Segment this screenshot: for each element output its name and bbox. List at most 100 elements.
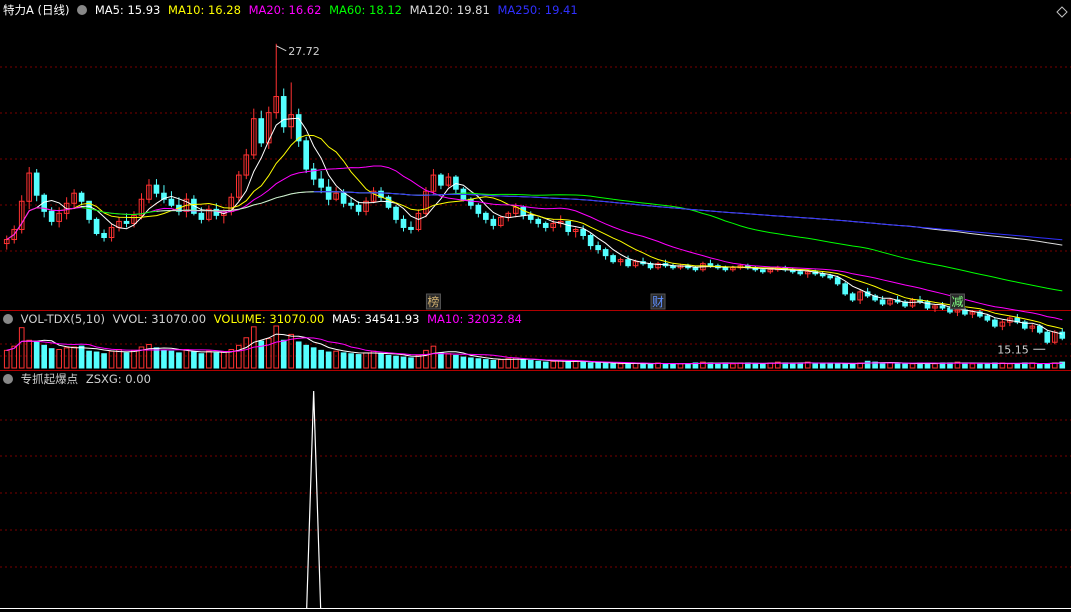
- volume-bar[interactable]: [48, 348, 55, 369]
- volume-bar[interactable]: [153, 347, 160, 369]
- volume-bar[interactable]: [535, 360, 542, 369]
- candle-body: [93, 218, 100, 234]
- volume-bar[interactable]: [318, 349, 324, 369]
- volume-label: VOLUME: 31070.00: [213, 312, 325, 326]
- volume-bar[interactable]: [640, 363, 646, 369]
- volume-bar[interactable]: [213, 352, 220, 369]
- candlestick[interactable]: [303, 136, 310, 174]
- volume-bar[interactable]: [894, 363, 901, 369]
- candle-body: [490, 218, 497, 226]
- volume-bar[interactable]: [662, 363, 669, 369]
- volume-bar[interactable]: [864, 360, 871, 369]
- volume-bar[interactable]: [670, 363, 676, 369]
- candle-body: [1059, 331, 1066, 339]
- candle-body: [198, 212, 205, 220]
- volume-bar[interactable]: [602, 362, 609, 369]
- volume-bar[interactable]: [41, 344, 47, 369]
- volume-bar[interactable]: [33, 341, 40, 369]
- volume-bar[interactable]: [580, 361, 586, 369]
- volume-bar[interactable]: [789, 363, 796, 369]
- event-marker[interactable]: 财: [650, 293, 666, 310]
- candlestick[interactable]: [842, 281, 848, 296]
- volume-bar[interactable]: [849, 363, 856, 369]
- volume-bar[interactable]: [86, 350, 92, 369]
- volume-bar[interactable]: [520, 359, 527, 369]
- volume-bar[interactable]: [542, 361, 549, 369]
- volume-bar[interactable]: [400, 356, 407, 369]
- volume-bar[interactable]: [782, 362, 789, 369]
- volume-bar[interactable]: [438, 352, 444, 369]
- volume-bar[interactable]: [176, 352, 182, 369]
- volume-bar[interactable]: [280, 339, 287, 369]
- ma60-label: MA60: 18.12: [329, 3, 402, 17]
- event-marker[interactable]: 榜: [425, 293, 441, 310]
- volume-bar[interactable]: [1036, 363, 1043, 369]
- legend-dot-icon[interactable]: [3, 374, 13, 384]
- candle-body: [355, 204, 362, 212]
- candle-body: [992, 319, 998, 327]
- volume-bar[interactable]: [78, 345, 85, 369]
- candlestick[interactable]: [93, 217, 100, 236]
- volume-bar[interactable]: [565, 361, 572, 369]
- volume-bar[interactable]: [625, 363, 631, 369]
- event-marker[interactable]: 减: [949, 293, 965, 310]
- volume-bar[interactable]: [834, 363, 841, 369]
- volume-bar[interactable]: [191, 351, 197, 369]
- volume-bar[interactable]: [385, 354, 392, 369]
- volume-bar[interactable]: [819, 363, 826, 369]
- candle-body: [348, 202, 354, 206]
- volume-bar[interactable]: [393, 355, 399, 369]
- volume-bar[interactable]: [295, 341, 302, 369]
- volume-bar[interactable]: [797, 362, 804, 369]
- volume-bar[interactable]: [610, 363, 616, 369]
- candle-body: [587, 235, 594, 247]
- volume-bar[interactable]: [984, 363, 991, 369]
- volume-bar[interactable]: [460, 356, 467, 369]
- volume-bar[interactable]: [93, 351, 100, 369]
- volume-bar[interactable]: [378, 353, 384, 369]
- volume-bar[interactable]: [812, 362, 819, 369]
- volume-bar[interactable]: [715, 363, 721, 369]
- candle-body: [595, 245, 601, 251]
- volume-bar[interactable]: [468, 357, 474, 369]
- kline-chart-canvas[interactable]: 榜 财 减 27.72 15.15: [0, 0, 1071, 612]
- volume-bar[interactable]: [325, 351, 332, 369]
- volume-bar[interactable]: [879, 362, 886, 369]
- volume-bar[interactable]: [977, 363, 983, 369]
- volume-bar[interactable]: [303, 344, 310, 369]
- volume-bar[interactable]: [752, 363, 759, 369]
- volume-bar[interactable]: [587, 362, 594, 369]
- volume-bar[interactable]: [453, 354, 459, 369]
- volume-bar[interactable]: [483, 359, 489, 369]
- volume-bar[interactable]: [1014, 363, 1021, 369]
- volume-bar[interactable]: [161, 349, 167, 369]
- candlestick[interactable]: [1044, 330, 1051, 345]
- volume-bar[interactable]: [902, 363, 908, 369]
- volume-bar[interactable]: [348, 353, 354, 369]
- volume-bar[interactable]: [647, 363, 654, 369]
- volume-bar[interactable]: [258, 340, 265, 369]
- volume-bar[interactable]: [408, 357, 414, 369]
- volume-bar[interactable]: [527, 359, 534, 369]
- candle-body: [318, 178, 324, 188]
- volume-bar[interactable]: [355, 354, 362, 369]
- candlestick[interactable]: [295, 108, 302, 147]
- volume-bar[interactable]: [1044, 363, 1051, 369]
- volume-bar[interactable]: [475, 358, 482, 369]
- volume-bar[interactable]: [168, 350, 175, 369]
- vvol-label: VVOL: 31070.00: [112, 312, 207, 326]
- volume-bar[interactable]: [198, 353, 205, 369]
- legend-dot-icon[interactable]: [3, 314, 13, 324]
- legend-dot-icon[interactable]: [77, 5, 88, 15]
- volume-bar[interactable]: [962, 362, 968, 369]
- volume-bar[interactable]: [759, 363, 766, 369]
- volume-bar[interactable]: [595, 362, 601, 369]
- volume-bar[interactable]: [842, 363, 848, 369]
- volume-bar[interactable]: [101, 353, 107, 369]
- volume-bar[interactable]: [685, 363, 691, 369]
- volume-bar[interactable]: [490, 359, 497, 369]
- volume-bar[interactable]: [340, 352, 347, 369]
- volume-bar[interactable]: [827, 362, 834, 369]
- volume-bar[interactable]: [310, 347, 317, 369]
- volume-bar[interactable]: [123, 352, 130, 369]
